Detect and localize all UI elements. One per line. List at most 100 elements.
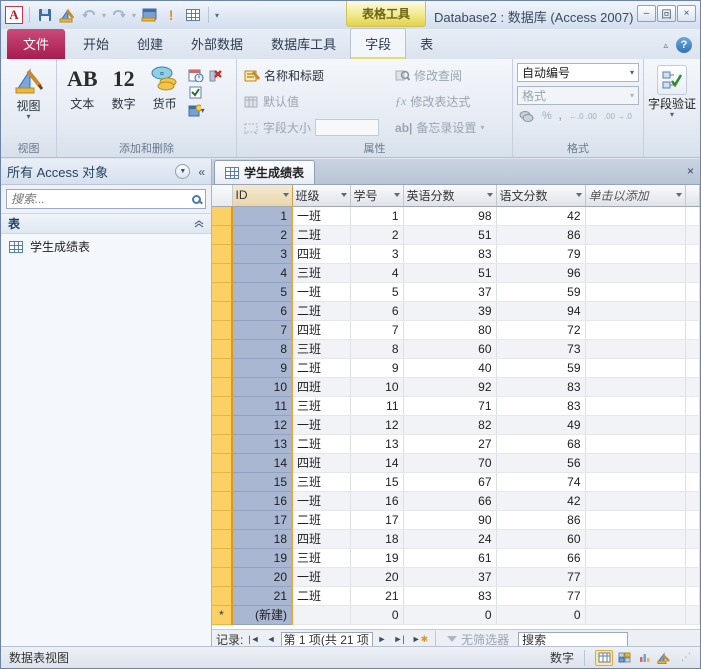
access-logo-icon[interactable]: A xyxy=(5,6,23,24)
cell-class[interactable]: 二班 xyxy=(292,434,351,454)
cell-chinese[interactable]: 94 xyxy=(496,301,586,321)
undo-dropdown-icon[interactable]: ▾ xyxy=(102,11,106,20)
cell-click-to-add[interactable] xyxy=(585,301,686,321)
column-header-chinese[interactable]: 语文分数 xyxy=(496,185,586,207)
cell-chinese[interactable]: 42 xyxy=(496,206,586,226)
cell-class[interactable]: 一班 xyxy=(292,567,351,587)
tab-file[interactable]: 文件 xyxy=(7,29,66,59)
cell-click-to-add[interactable] xyxy=(585,415,686,435)
cell-class[interactable]: 二班 xyxy=(292,586,351,606)
filter-dropdown-icon[interactable] xyxy=(393,193,400,198)
record-selector[interactable] xyxy=(212,472,233,492)
cell-studentno[interactable]: 20 xyxy=(350,567,404,587)
delete-field-icon[interactable] xyxy=(207,67,224,82)
cell-english[interactable]: 67 xyxy=(403,472,497,492)
cell-chinese[interactable]: 73 xyxy=(496,339,586,359)
first-record-button[interactable]: |◄ xyxy=(246,634,261,644)
cell-click-to-add[interactable] xyxy=(585,434,686,454)
cell-english[interactable]: 71 xyxy=(403,396,497,416)
cell-studentno[interactable]: 18 xyxy=(350,529,404,549)
cell-id[interactable]: 8 xyxy=(232,339,293,359)
cell-click-to-add[interactable] xyxy=(585,377,686,397)
cell-studentno[interactable]: 17 xyxy=(350,510,404,530)
cell-studentno[interactable]: 0 xyxy=(350,605,404,625)
cell-chinese[interactable]: 49 xyxy=(496,415,586,435)
design-view-button[interactable] xyxy=(655,650,673,666)
record-selector[interactable] xyxy=(212,415,233,435)
cell-studentno[interactable]: 2 xyxy=(350,225,404,245)
data-type-combo[interactable]: 自动编号 ▾ xyxy=(517,63,639,82)
cell-class[interactable] xyxy=(292,605,351,625)
column-header-english[interactable]: 英语分数 xyxy=(403,185,497,207)
cell-english[interactable]: 0 xyxy=(403,605,497,625)
cell-class[interactable]: 二班 xyxy=(292,358,351,378)
number-field-button[interactable]: 12 数字 xyxy=(106,63,142,141)
previous-record-button[interactable]: ◄ xyxy=(265,634,278,644)
column-header-class[interactable]: 班级 xyxy=(292,185,351,207)
add-field-dropdown-icon[interactable] xyxy=(675,193,682,198)
record-selector[interactable] xyxy=(212,510,233,530)
record-selector[interactable] xyxy=(212,320,233,340)
decrease-decimals-icon[interactable]: .00 →.0 xyxy=(604,112,632,121)
cell-click-to-add[interactable] xyxy=(585,339,686,359)
cell-class[interactable]: 三班 xyxy=(292,472,351,492)
cell-class[interactable]: 四班 xyxy=(292,453,351,473)
cell-chinese[interactable]: 68 xyxy=(496,434,586,454)
cell-id[interactable]: 20 xyxy=(232,567,293,587)
cell-english[interactable]: 98 xyxy=(403,206,497,226)
cell-click-to-add[interactable] xyxy=(585,320,686,340)
record-selector[interactable] xyxy=(212,491,233,511)
column-header-click-to-add[interactable]: 单击以添加 xyxy=(585,185,686,207)
record-selector[interactable] xyxy=(212,282,233,302)
cell-english[interactable]: 37 xyxy=(403,282,497,302)
exclamation-icon[interactable]: ! xyxy=(162,6,180,24)
cell-chinese[interactable]: 42 xyxy=(496,491,586,511)
tab-external-data[interactable]: 外部数据 xyxy=(177,29,257,59)
table-grid-icon[interactable] xyxy=(184,6,202,24)
cell-id[interactable]: 7 xyxy=(232,320,293,340)
filter-dropdown-icon[interactable] xyxy=(340,193,347,198)
cell-class[interactable]: 一班 xyxy=(292,415,351,435)
cell-chinese[interactable]: 60 xyxy=(496,529,586,549)
cell-id[interactable]: 11 xyxy=(232,396,293,416)
cell-id[interactable]: 13 xyxy=(232,434,293,454)
no-filter-button[interactable]: 无筛选器 xyxy=(441,631,515,648)
nav-search-input[interactable] xyxy=(11,192,192,206)
cell-english[interactable]: 90 xyxy=(403,510,497,530)
cell-studentno[interactable]: 19 xyxy=(350,548,404,568)
nav-menu-icon[interactable]: ▼ xyxy=(175,164,191,179)
redo-dropdown-icon[interactable]: ▾ xyxy=(132,11,136,20)
cell-studentno[interactable]: 5 xyxy=(350,282,404,302)
cell-chinese[interactable]: 77 xyxy=(496,567,586,587)
cell-studentno[interactable]: 9 xyxy=(350,358,404,378)
cell-english[interactable]: 83 xyxy=(403,244,497,264)
qat-customize-icon[interactable]: ▾ xyxy=(215,11,219,20)
cell-id[interactable]: 17 xyxy=(232,510,293,530)
cell-english[interactable]: 92 xyxy=(403,377,497,397)
redo-icon[interactable] xyxy=(110,6,128,24)
cell-class[interactable]: 三班 xyxy=(292,396,351,416)
cell-class[interactable]: 四班 xyxy=(292,320,351,340)
cell-chinese[interactable]: 86 xyxy=(496,225,586,245)
tab-home[interactable]: 开始 xyxy=(69,29,123,59)
more-fields-icon[interactable]: ▾ xyxy=(188,103,205,118)
modify-expression-button[interactable]: ƒx 修改表达式 xyxy=(392,91,487,112)
cell-class[interactable]: 四班 xyxy=(292,377,351,397)
cell-class[interactable]: 二班 xyxy=(292,510,351,530)
cell-class[interactable]: 三班 xyxy=(292,263,351,283)
memo-settings-button[interactable]: ab| 备忘录设置 ▾ xyxy=(392,117,487,138)
field-size-input[interactable] xyxy=(315,119,380,136)
select-all-corner[interactable] xyxy=(212,185,233,207)
cell-class[interactable]: 三班 xyxy=(292,339,351,359)
cell-studentno[interactable]: 7 xyxy=(350,320,404,340)
undo-icon[interactable] xyxy=(80,6,98,24)
tab-create[interactable]: 创建 xyxy=(123,29,177,59)
cell-studentno[interactable]: 11 xyxy=(350,396,404,416)
cell-chinese[interactable]: 72 xyxy=(496,320,586,340)
cell-id[interactable]: 4 xyxy=(232,263,293,283)
record-selector[interactable] xyxy=(212,225,233,245)
cell-studentno[interactable]: 1 xyxy=(350,206,404,226)
cell-studentno[interactable]: 14 xyxy=(350,453,404,473)
cell-english[interactable]: 83 xyxy=(403,586,497,606)
tab-database-tools[interactable]: 数据库工具 xyxy=(257,29,350,59)
